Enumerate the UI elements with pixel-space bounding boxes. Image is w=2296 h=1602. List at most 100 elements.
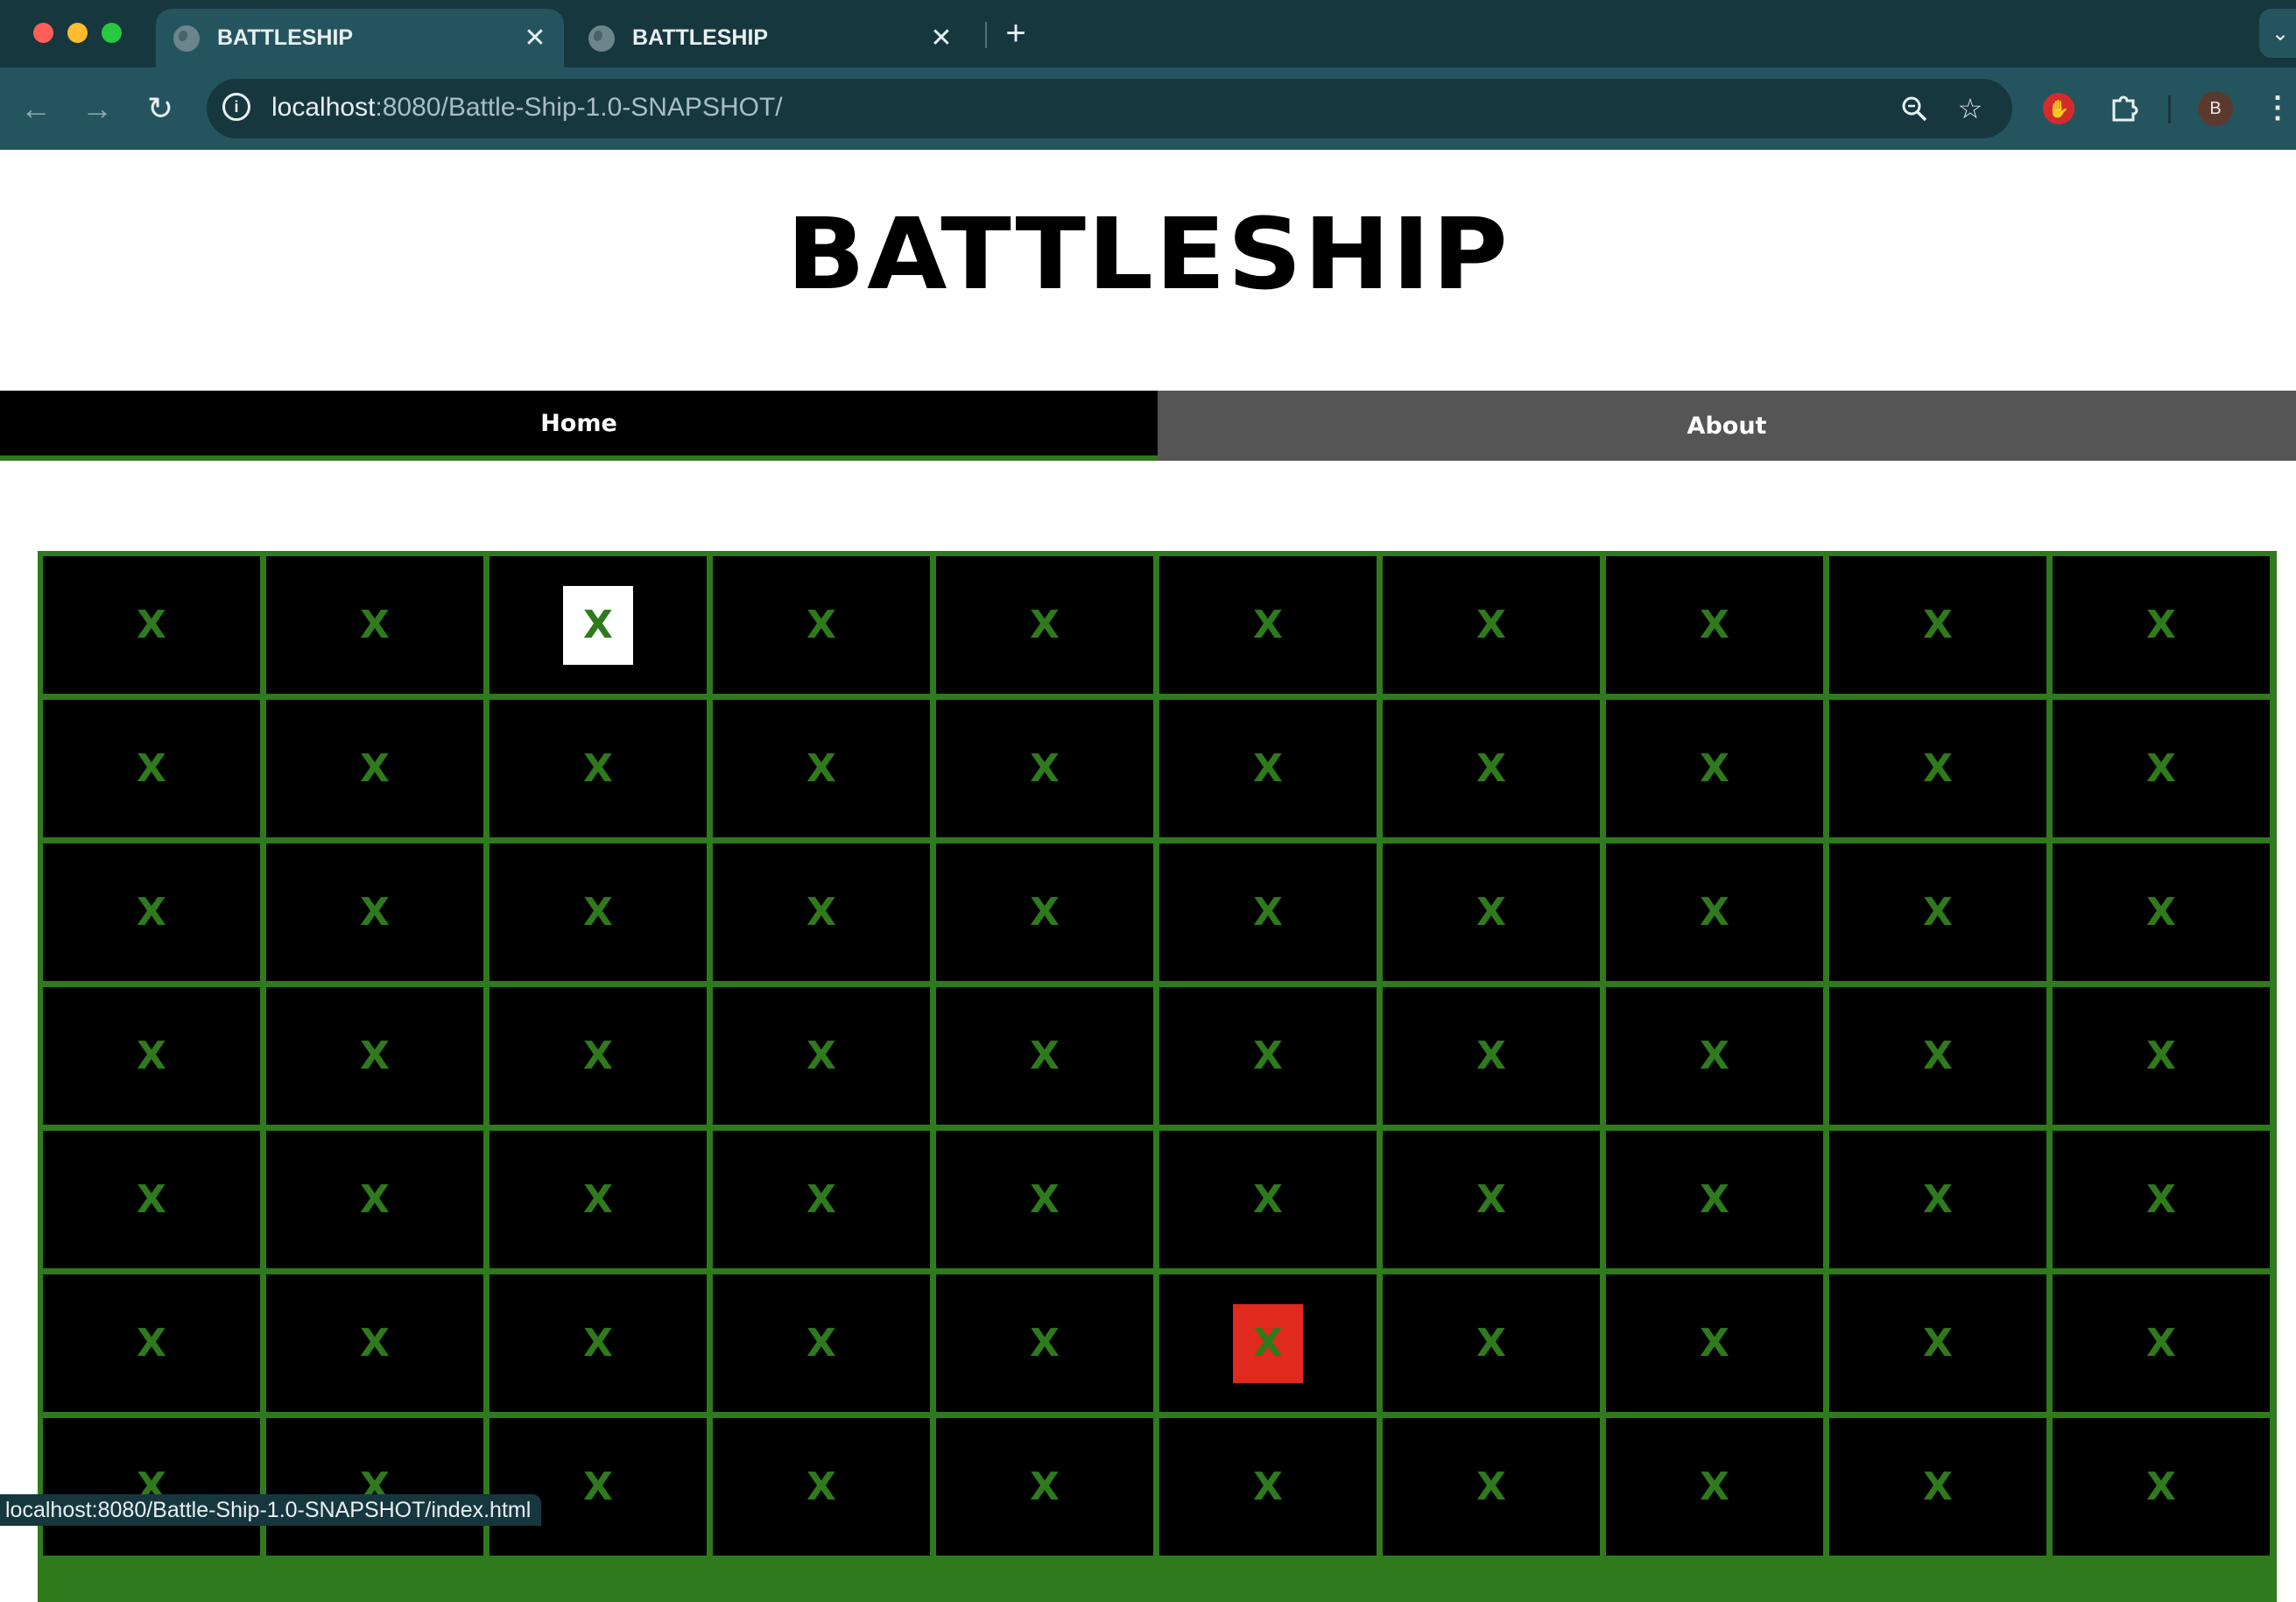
board-cell[interactable]: X: [1383, 700, 1600, 837]
board-cell[interactable]: X: [489, 700, 707, 837]
board-cell[interactable]: X: [43, 700, 260, 837]
board-cell[interactable]: X: [1606, 1418, 1823, 1556]
board-cell[interactable]: X: [2053, 987, 2270, 1125]
board-cell[interactable]: X: [713, 987, 930, 1125]
board-cell[interactable]: X: [266, 556, 483, 694]
board-cell[interactable]: X: [266, 987, 483, 1125]
board-cell[interactable]: X: [1829, 987, 2046, 1125]
board-cell[interactable]: X: [43, 1131, 260, 1268]
cell-marker: X: [1923, 746, 1953, 791]
board-cell[interactable]: X: [713, 700, 930, 837]
board-cell[interactable]: X: [266, 1274, 483, 1412]
board-cell[interactable]: X: [1606, 700, 1823, 837]
board-cell[interactable]: X: [489, 1274, 707, 1412]
board-cell[interactable]: X: [1829, 1418, 2046, 1556]
board-cell[interactable]: X: [936, 556, 1153, 694]
board-cell[interactable]: X: [1159, 987, 1377, 1125]
window-close-button[interactable]: [33, 23, 53, 43]
board-cell[interactable]: X: [1606, 987, 1823, 1125]
back-arrow-icon[interactable]: ←: [14, 87, 58, 131]
board-cell[interactable]: X: [713, 1274, 930, 1412]
board-cell[interactable]: X: [1159, 1274, 1377, 1412]
profile-avatar[interactable]: B: [2198, 91, 2233, 126]
board-cell[interactable]: X: [43, 987, 260, 1125]
board-cell[interactable]: X: [713, 1418, 930, 1556]
board-cell[interactable]: X: [266, 1418, 483, 1556]
new-tab-button[interactable]: +: [998, 14, 1033, 53]
cell-marker: X: [2146, 746, 2176, 791]
board-cell[interactable]: X: [1829, 1274, 2046, 1412]
zoom-magnifier-icon[interactable]: [1897, 91, 1932, 126]
board-cell[interactable]: X: [713, 843, 930, 981]
tab-close-icon[interactable]: ✕: [925, 22, 958, 55]
board-cell[interactable]: X: [1383, 987, 1600, 1125]
url-text[interactable]: localhost:8080/Battle-Ship-1.0-SNAPSHOT/: [271, 93, 783, 123]
board-cell[interactable]: X: [713, 556, 930, 694]
board-cell[interactable]: X: [2053, 843, 2270, 981]
board-cell[interactable]: X: [266, 700, 483, 837]
board-cell[interactable]: X: [2053, 1418, 2270, 1556]
board-cell[interactable]: X: [936, 987, 1153, 1125]
board-cell[interactable]: X: [2053, 1131, 2270, 1268]
board-cell[interactable]: X: [1829, 1131, 2046, 1268]
board-cell[interactable]: X: [1159, 556, 1377, 694]
board-cell[interactable]: X: [936, 1131, 1153, 1268]
board-cell[interactable]: X: [1159, 1131, 1377, 1268]
board-cell[interactable]: X: [1159, 1418, 1377, 1556]
board-cell[interactable]: X: [1383, 1418, 1600, 1556]
cell-marker: X: [137, 890, 166, 935]
board-cell[interactable]: X: [43, 1274, 260, 1412]
board-cell[interactable]: X: [1159, 700, 1377, 837]
forward-arrow-icon[interactable]: →: [75, 87, 119, 131]
board-cell[interactable]: X: [1829, 556, 2046, 694]
board-cell[interactable]: X: [43, 1418, 260, 1556]
board-cell[interactable]: X: [1829, 700, 2046, 837]
tab-close-icon[interactable]: ✕: [518, 22, 552, 55]
extensions-puzzle-icon[interactable]: [2105, 88, 2144, 127]
board-cell[interactable]: X: [1383, 1274, 1600, 1412]
bookmark-star-icon[interactable]: ☆: [1953, 91, 1988, 126]
board-cell[interactable]: X: [2053, 1274, 2270, 1412]
board-cell[interactable]: X: [1606, 1131, 1823, 1268]
tab-search-chevron-icon[interactable]: ⌄: [2259, 9, 2296, 58]
address-bar[interactable]: i localhost:8080/Battle-Ship-1.0-SNAPSHO…: [207, 79, 2012, 138]
board-cell[interactable]: X: [1829, 843, 2046, 981]
nav-tab-home[interactable]: Home: [0, 391, 1158, 461]
board-cell[interactable]: X: [266, 1131, 483, 1268]
reload-icon[interactable]: ↻: [138, 87, 182, 131]
board-cell[interactable]: X: [489, 1418, 707, 1556]
board-cell[interactable]: X: [1606, 1274, 1823, 1412]
board-cell[interactable]: X: [1606, 843, 1823, 981]
board-cell[interactable]: X: [2053, 700, 2270, 837]
board-cell[interactable]: X: [713, 1131, 930, 1268]
site-info-icon[interactable]: i: [222, 93, 250, 121]
board-cell[interactable]: X: [2053, 556, 2270, 694]
board-cell[interactable]: X: [936, 1418, 1153, 1556]
board-cell[interactable]: X: [1383, 556, 1600, 694]
board-cell[interactable]: X: [936, 700, 1153, 837]
board-cell[interactable]: X: [43, 843, 260, 981]
nav-tab-about[interactable]: About: [1158, 391, 2296, 461]
board-cell[interactable]: X: [266, 843, 483, 981]
board-cell[interactable]: X: [1159, 843, 1377, 981]
board-cell[interactable]: X: [936, 1274, 1153, 1412]
board-cell[interactable]: X: [489, 1131, 707, 1268]
globe-icon: [588, 25, 615, 52]
board-cell[interactable]: X: [1383, 843, 1600, 981]
cell-marker: X: [1253, 746, 1283, 791]
window-zoom-button[interactable]: [102, 23, 122, 43]
globe-icon: [173, 25, 200, 52]
board-cell[interactable]: X: [489, 556, 707, 694]
board-cell[interactable]: X: [936, 843, 1153, 981]
kebab-menu-icon[interactable]: ⋮: [2263, 88, 2292, 127]
board-cell[interactable]: X: [489, 843, 707, 981]
board-cell[interactable]: X: [489, 987, 707, 1125]
board-cell[interactable]: X: [1606, 556, 1823, 694]
cell-marker: X: [1030, 603, 1060, 647]
window-minimize-button[interactable]: [67, 23, 88, 43]
browser-tab-inactive[interactable]: BATTLESHIP ✕: [576, 9, 970, 67]
browser-tab-active[interactable]: BATTLESHIP ✕: [156, 9, 564, 67]
board-cell[interactable]: X: [43, 556, 260, 694]
stop-hand-icon[interactable]: ✋: [2043, 93, 2074, 124]
board-cell[interactable]: X: [1383, 1131, 1600, 1268]
